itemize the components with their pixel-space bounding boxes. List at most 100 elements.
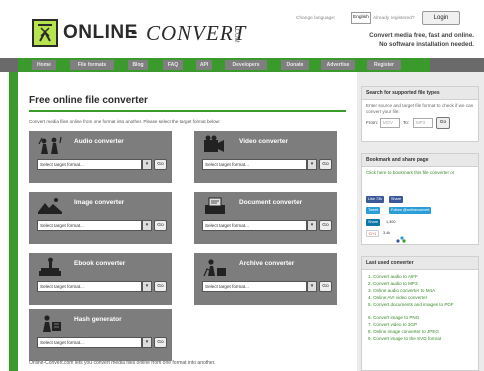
like-count: 73k: [376, 197, 383, 201]
page-title: Free online file converter: [29, 95, 148, 106]
audio-icon: [37, 135, 63, 155]
tagline: Convert media free, fast and online. No …: [369, 31, 474, 49]
from-format-input[interactable]: MOV: [380, 118, 400, 128]
video-converter-card: Video converter Select target format... …: [194, 131, 337, 183]
document-converter-title[interactable]: Document converter: [239, 199, 302, 206]
nav-item-home[interactable]: Home: [32, 60, 56, 70]
change-language-label: Change language:: [296, 16, 336, 21]
audio-go-button[interactable]: Go: [154, 159, 167, 170]
like-label: Like: [368, 197, 375, 201]
language-select[interactable]: English: [351, 12, 371, 24]
image-converter-card: Image converter Select target format... …: [29, 192, 172, 244]
ebook-icon: [37, 257, 63, 277]
search-box-text: Enter source and target file format to c…: [366, 103, 474, 114]
nav-item-developers[interactable]: Developers: [225, 60, 267, 70]
audio-converter-card: Audio converter Select target format... …: [29, 131, 172, 183]
nav-item-file-formats[interactable]: File formats: [70, 60, 114, 70]
google-plus-button[interactable]: G+1: [366, 230, 380, 237]
search-go-button[interactable]: Go: [436, 117, 450, 129]
ebook-target-format-select[interactable]: Select target format...: [37, 281, 142, 292]
share-more-icon[interactable]: [396, 230, 406, 243]
chevron-down-icon[interactable]: ▾: [142, 220, 152, 231]
logo-text-com: .COM: [233, 27, 239, 43]
to-format-input[interactable]: MP3: [413, 118, 433, 128]
bookmark-link[interactable]: Click here to bookmark this file convert…: [362, 167, 478, 176]
video-converter-title[interactable]: Video converter: [239, 138, 288, 145]
header: ONLINE - CONVERT .COM Change language: E…: [0, 0, 484, 58]
search-file-types-box: Search for supported file types Enter so…: [361, 86, 479, 142]
follow-twitter-button[interactable]: Follow @onlineconvert: [389, 207, 432, 214]
video-go-button[interactable]: Go: [319, 159, 332, 170]
video-icon: [202, 135, 228, 155]
bookmark-box-title: Bookmark and share page: [362, 154, 478, 167]
last-used-title: Last used converter: [362, 257, 478, 270]
chevron-down-icon[interactable]: ▾: [307, 220, 317, 231]
to-label: To:: [403, 120, 410, 125]
archive-converter-title[interactable]: Archive converter: [239, 260, 294, 267]
document-target-format-select[interactable]: Select target format...: [202, 220, 307, 231]
facebook-share-button[interactable]: Share: [389, 196, 404, 203]
tagline-line-2: No software installation needed.: [379, 41, 474, 48]
document-converter-card: Document converter Select target format.…: [194, 192, 337, 244]
image-target-format-select[interactable]: Select target format...: [37, 220, 142, 231]
login-button[interactable]: Login: [422, 11, 460, 25]
hash-go-button[interactable]: Go: [154, 337, 167, 348]
audio-converter-title[interactable]: Audio converter: [74, 138, 124, 145]
already-registered-link[interactable]: Already registered?: [373, 16, 415, 21]
archive-target-format-select[interactable]: Select target format...: [202, 281, 307, 292]
from-label: From:: [366, 120, 378, 125]
ebook-go-button[interactable]: Go: [154, 281, 167, 292]
facebook-like-button[interactable]: Like 73k: [366, 196, 385, 203]
tweet-button[interactable]: Tweet: [366, 207, 381, 214]
tagline-line-1: Convert media free, fast and online.: [369, 32, 474, 39]
last-used-item[interactable]: 7. Convert video to 3GP: [368, 322, 474, 328]
logo-icon[interactable]: [32, 19, 58, 47]
archive-converter-card: Archive converter Select target format..…: [194, 253, 337, 305]
video-target-format-select[interactable]: Select target format...: [202, 159, 307, 170]
chevron-down-icon[interactable]: ▾: [142, 159, 152, 170]
audio-target-format-select[interactable]: Select target format...: [37, 159, 142, 170]
intro-text: Convert media files online from one form…: [29, 119, 221, 124]
title-underline: [29, 110, 346, 112]
last-used-item[interactable]: 4. Online AVI video converter: [368, 295, 474, 301]
last-used-item[interactable]: 1. Convert audio to AIFF: [368, 274, 474, 280]
ebook-converter-title[interactable]: Ebook converter: [74, 260, 125, 267]
left-green-stripe: [9, 72, 18, 371]
image-icon: [37, 196, 63, 216]
last-used-item[interactable]: 6. Convert image to PNG: [368, 315, 474, 321]
google-plus-count: 3.4k: [383, 231, 391, 235]
last-used-item[interactable]: 8. Online image converter to JPEG: [368, 329, 474, 335]
footer-text: Online-Convert.com lets you convert medi…: [29, 360, 216, 366]
nav-item-api[interactable]: API: [196, 60, 212, 70]
linkedin-share-button[interactable]: Share: [366, 219, 381, 226]
document-icon: [202, 196, 228, 216]
hash-icon: [37, 313, 63, 333]
nav-item-register[interactable]: Register: [367, 60, 401, 70]
nav-item-faq[interactable]: FAQ: [163, 60, 183, 70]
chevron-down-icon[interactable]: ▾: [307, 159, 317, 170]
nav-item-blog[interactable]: Blog: [128, 60, 148, 70]
chevron-down-icon[interactable]: ▾: [142, 337, 152, 348]
chevron-down-icon[interactable]: ▾: [142, 281, 152, 292]
nav-item-donate[interactable]: Donate: [281, 60, 309, 70]
logo-dash: -: [131, 22, 138, 43]
image-go-button[interactable]: Go: [154, 220, 167, 231]
archive-icon: [202, 257, 228, 277]
chevron-down-icon[interactable]: ▾: [307, 281, 317, 292]
image-converter-title[interactable]: Image converter: [74, 199, 124, 206]
nav-item-advertise[interactable]: Advertise: [321, 60, 355, 70]
last-used-item[interactable]: 2. Convert audio to MP3: [368, 281, 474, 287]
ebook-converter-card: Ebook converter Select target format... …: [29, 253, 172, 305]
hash-generator-title[interactable]: Hash generator: [74, 316, 122, 323]
document-go-button[interactable]: Go: [319, 220, 332, 231]
last-used-item[interactable]: 5. Convert documents and images to PDF: [368, 302, 474, 308]
archive-go-button[interactable]: Go: [319, 281, 332, 292]
hash-target-format-select[interactable]: Select target format...: [37, 337, 142, 348]
linkedin-share-count: 1,300: [386, 220, 396, 224]
logo-text-online[interactable]: ONLINE: [63, 22, 138, 44]
last-used-item[interactable]: 9. Convert image to the SVG format: [368, 336, 474, 342]
search-form: From: MOV To: MP3 Go: [366, 117, 474, 131]
search-box-title: Search for supported file types: [362, 87, 478, 100]
logo-text-convert[interactable]: CONVERT: [146, 21, 246, 46]
last-used-item[interactable]: 3. Online audio converter to M4A: [368, 288, 474, 294]
